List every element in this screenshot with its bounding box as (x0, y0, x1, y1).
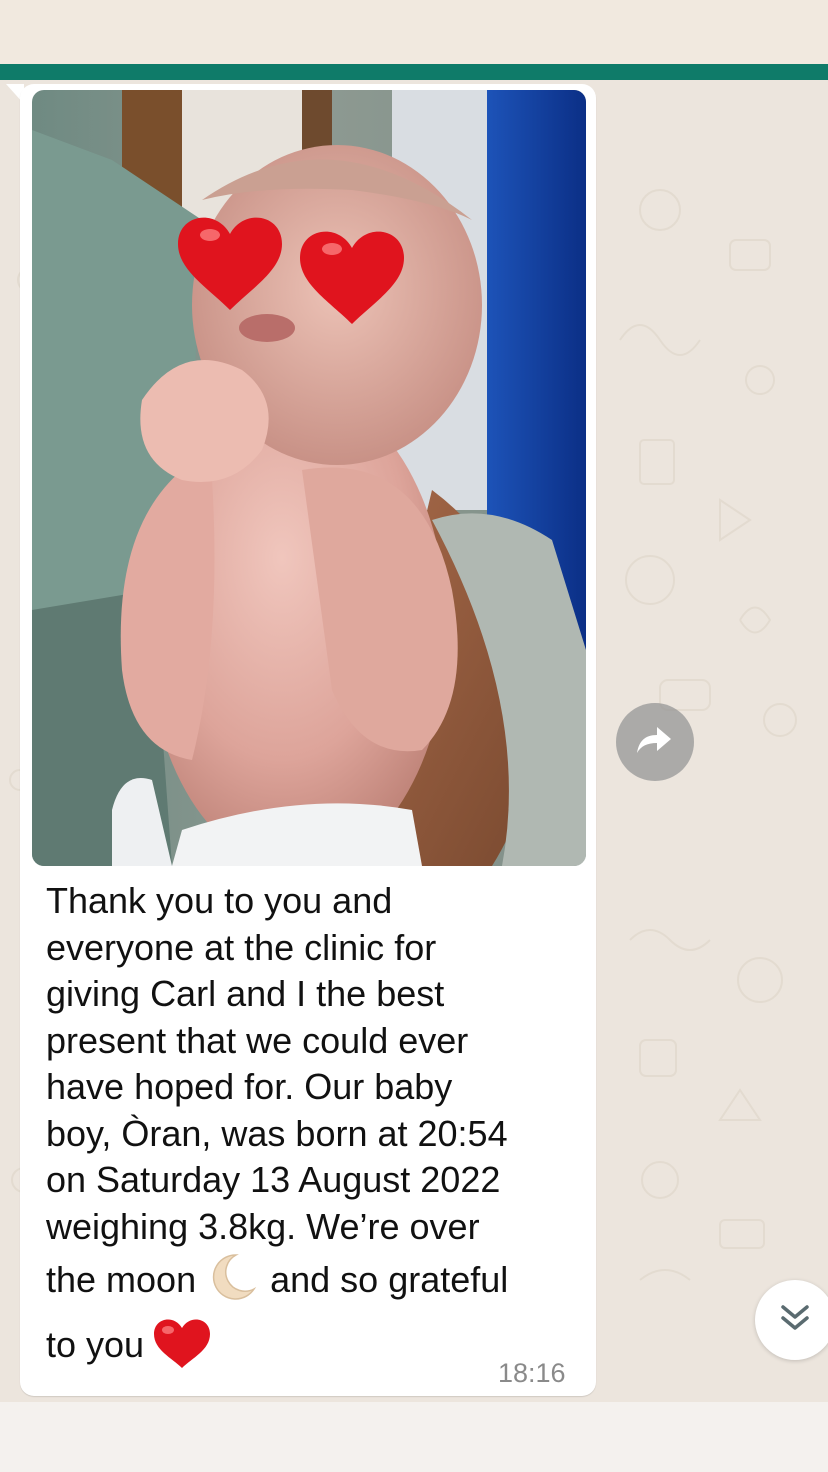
bottom-band (0, 1402, 828, 1472)
message-line-1: Thank you to you and (46, 880, 393, 921)
message-line-9-after: and so grateful (260, 1259, 509, 1301)
message-line-10: to you (46, 1318, 211, 1368)
chat-header-bar (0, 64, 828, 80)
forward-button[interactable] (616, 703, 694, 781)
message-photo[interactable] (32, 90, 586, 866)
message-line-5: have hoped for. Our baby (46, 1066, 453, 1107)
message-line-3: giving Carl and I the best (46, 973, 445, 1014)
message-line-2: everyone at the clinic for (46, 926, 437, 968)
message-line-10-text: to you (46, 1323, 155, 1365)
message-line-8: weighing 3.8kg. We’re over (46, 1205, 480, 1247)
message-line-9: the moon and so grateful (46, 1254, 509, 1301)
message-line-4: present that we could ever (46, 1019, 469, 1061)
message-line-7: on Saturday 13 August 2022 (46, 1159, 501, 1200)
message-timestamp: 18:16 (498, 1358, 566, 1388)
red-heart-emoji-icon (154, 1316, 211, 1380)
message-line-9-before: the moon (46, 1259, 207, 1301)
double-chevron-down-icon (779, 1303, 811, 1338)
message-text: Thank you to you and everyone at the cli… (46, 878, 566, 1379)
top-band (0, 0, 828, 64)
message-line-6: boy, Òran, was born at 20:54 (46, 1112, 508, 1154)
scroll-to-bottom-button[interactable] (755, 1280, 828, 1360)
forward-arrow-icon (637, 725, 673, 760)
crescent-moon-emoji-icon (206, 1250, 260, 1316)
baby-photo-image (32, 90, 586, 866)
